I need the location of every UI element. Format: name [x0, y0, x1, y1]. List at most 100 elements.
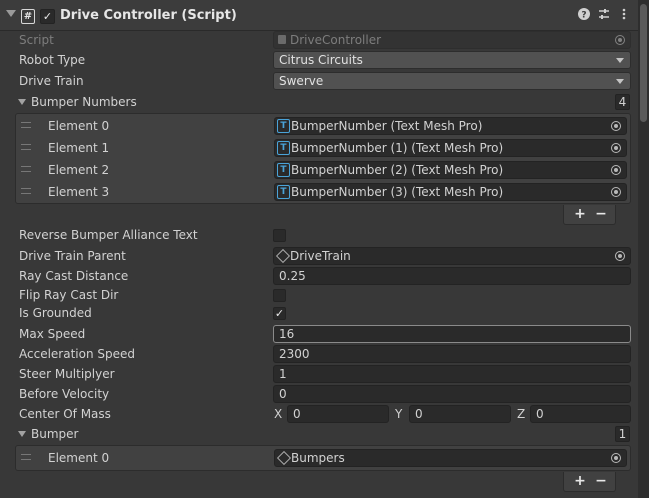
element-value: BumperNumber (3) (Text Mesh Pro) [291, 185, 504, 199]
object-picker-icon[interactable] [611, 165, 621, 175]
max-speed-input[interactable]: 16 [273, 325, 631, 343]
reverse-bumper-alliance-text-checkbox[interactable] [273, 229, 286, 242]
reverse-bumper-alliance-text-label: Reverse Bumper Alliance Text [19, 228, 198, 242]
drag-handle-icon[interactable] [21, 144, 31, 150]
text-mesh-pro-icon: T [277, 119, 290, 133]
object-picker-icon [615, 35, 625, 45]
gameobject-icon [276, 450, 292, 466]
script-asset-icon [278, 35, 286, 44]
acceleration-speed-input[interactable]: 2300 [273, 345, 631, 363]
list-item[interactable]: Element 1 T BumperNumber (1) (Text Mesh … [16, 137, 630, 159]
text-mesh-pro-icon: T [277, 185, 290, 199]
bumper-foldout-caret-icon[interactable] [18, 431, 26, 437]
flip-ray-cast-dir-checkbox[interactable] [273, 289, 286, 302]
gameobject-icon [275, 248, 291, 264]
component-header[interactable]: # ✓ Drive Controller (Script) ? [0, 0, 638, 31]
element-object-field[interactable]: T BumperNumber (Text Mesh Pro) [274, 117, 627, 135]
chevron-down-icon [616, 58, 624, 63]
chevron-down-icon [616, 79, 624, 84]
drag-handle-icon[interactable] [21, 166, 31, 172]
element-value: BumperNumber (1) (Text Mesh Pro) [291, 141, 504, 155]
bumper-numbers-list-buttons: + − [563, 205, 616, 225]
help-icon[interactable]: ? [577, 7, 591, 23]
flip-ray-cast-dir-label: Flip Ray Cast Dir [19, 288, 119, 302]
center-of-mass-z-input[interactable]: 0 [530, 405, 631, 423]
robot-type-dropdown[interactable]: Citrus Circuits [273, 51, 631, 69]
script-label: Script [19, 33, 54, 47]
element-label: Element 0 [48, 119, 110, 133]
steer-multiplyer-input[interactable]: 1 [273, 365, 631, 383]
scrollbar-thumb[interactable] [640, 4, 647, 122]
collapse-caret-icon[interactable] [6, 10, 16, 17]
text-mesh-pro-icon: T [277, 141, 290, 155]
more-menu-icon[interactable] [617, 7, 631, 23]
bumper-numbers-label[interactable]: Bumper Numbers [31, 93, 137, 111]
element-value: BumperNumber (Text Mesh Pro) [291, 119, 483, 133]
element-object-field[interactable]: T BumperNumber (2) (Text Mesh Pro) [274, 161, 627, 179]
before-velocity-label: Before Velocity [19, 387, 110, 401]
remove-element-button[interactable]: − [593, 206, 609, 222]
z-label[interactable]: Z [517, 405, 525, 423]
list-item[interactable]: Element 0 Bumpers [16, 447, 630, 469]
remove-element-button[interactable]: − [593, 473, 609, 489]
text-mesh-pro-icon: T [277, 163, 290, 177]
object-picker-icon[interactable] [611, 121, 621, 131]
drag-handle-icon[interactable] [21, 454, 31, 460]
component-title: Drive Controller (Script) [60, 8, 237, 23]
object-picker-icon[interactable] [611, 453, 621, 463]
center-of-mass-x-input[interactable]: 0 [287, 405, 389, 423]
before-velocity-input[interactable]: 0 [273, 385, 631, 403]
center-of-mass-y-input[interactable]: 0 [409, 405, 511, 423]
bumper-numbers-list: Element 0 T BumperNumber (Text Mesh Pro)… [15, 113, 631, 204]
bumper-list-buttons: + − [563, 472, 616, 492]
drive-train-label: Drive Train [19, 74, 84, 88]
element-value: Bumpers [291, 451, 345, 465]
object-picker-icon[interactable] [615, 251, 625, 261]
ray-cast-distance-label: Ray Cast Distance [19, 269, 129, 283]
script-icon: # [21, 9, 35, 24]
list-item[interactable]: Element 3 T BumperNumber (3) (Text Mesh … [16, 181, 630, 203]
bumper-label[interactable]: Bumper [31, 425, 78, 443]
max-speed-label: Max Speed [19, 327, 86, 341]
acceleration-speed-label: Acceleration Speed [19, 347, 135, 361]
bumper-list: Element 0 Bumpers [15, 445, 631, 471]
drive-train-parent-field[interactable]: DriveTrain [273, 247, 631, 265]
x-label[interactable]: X [274, 405, 282, 423]
element-label: Element 1 [48, 141, 110, 155]
drag-handle-icon[interactable] [21, 122, 31, 128]
drive-train-parent-value: DriveTrain [290, 249, 351, 263]
object-picker-icon[interactable] [611, 187, 621, 197]
object-picker-icon[interactable] [611, 143, 621, 153]
robot-type-value: Citrus Circuits [279, 53, 363, 67]
component-enabled-checkbox[interactable]: ✓ [40, 9, 55, 24]
list-item[interactable]: Element 2 T BumperNumber (2) (Text Mesh … [16, 159, 630, 181]
is-grounded-label: Is Grounded [19, 306, 92, 320]
drag-handle-icon[interactable] [21, 188, 31, 194]
drive-train-parent-label: Drive Train Parent [19, 249, 126, 263]
scrollbar[interactable] [638, 0, 649, 498]
ray-cast-distance-input[interactable]: 0.25 [273, 267, 631, 285]
center-of-mass-vector: X 0 Y 0 Z 0 [273, 405, 631, 423]
add-element-button[interactable]: + [572, 206, 588, 222]
steer-multiplyer-label: Steer Multiplyer [19, 367, 115, 381]
bumper-numbers-count[interactable]: 4 [615, 94, 630, 110]
element-label: Element 3 [48, 185, 110, 199]
element-object-field[interactable]: T BumperNumber (1) (Text Mesh Pro) [274, 139, 627, 157]
element-object-field[interactable]: T BumperNumber (3) (Text Mesh Pro) [274, 183, 627, 201]
center-of-mass-label: Center Of Mass [19, 407, 111, 421]
add-element-button[interactable]: + [572, 473, 588, 489]
is-grounded-checkbox[interactable]: ✓ [273, 307, 286, 320]
list-item[interactable]: Element 0 T BumperNumber (Text Mesh Pro) [16, 115, 630, 137]
drive-train-dropdown[interactable]: Swerve [273, 72, 631, 90]
bumper-numbers-foldout-caret-icon[interactable] [18, 99, 26, 105]
script-field: DriveController [273, 31, 631, 49]
y-label[interactable]: Y [395, 405, 402, 423]
element-object-field[interactable]: Bumpers [274, 449, 627, 467]
bumper-count[interactable]: 1 [615, 426, 630, 442]
drive-train-value: Swerve [279, 74, 324, 88]
preset-icon[interactable] [597, 7, 611, 23]
element-value: BumperNumber (2) (Text Mesh Pro) [291, 163, 504, 177]
svg-text:?: ? [581, 11, 586, 21]
element-label: Element 2 [48, 163, 110, 177]
script-value: DriveController [290, 33, 382, 47]
